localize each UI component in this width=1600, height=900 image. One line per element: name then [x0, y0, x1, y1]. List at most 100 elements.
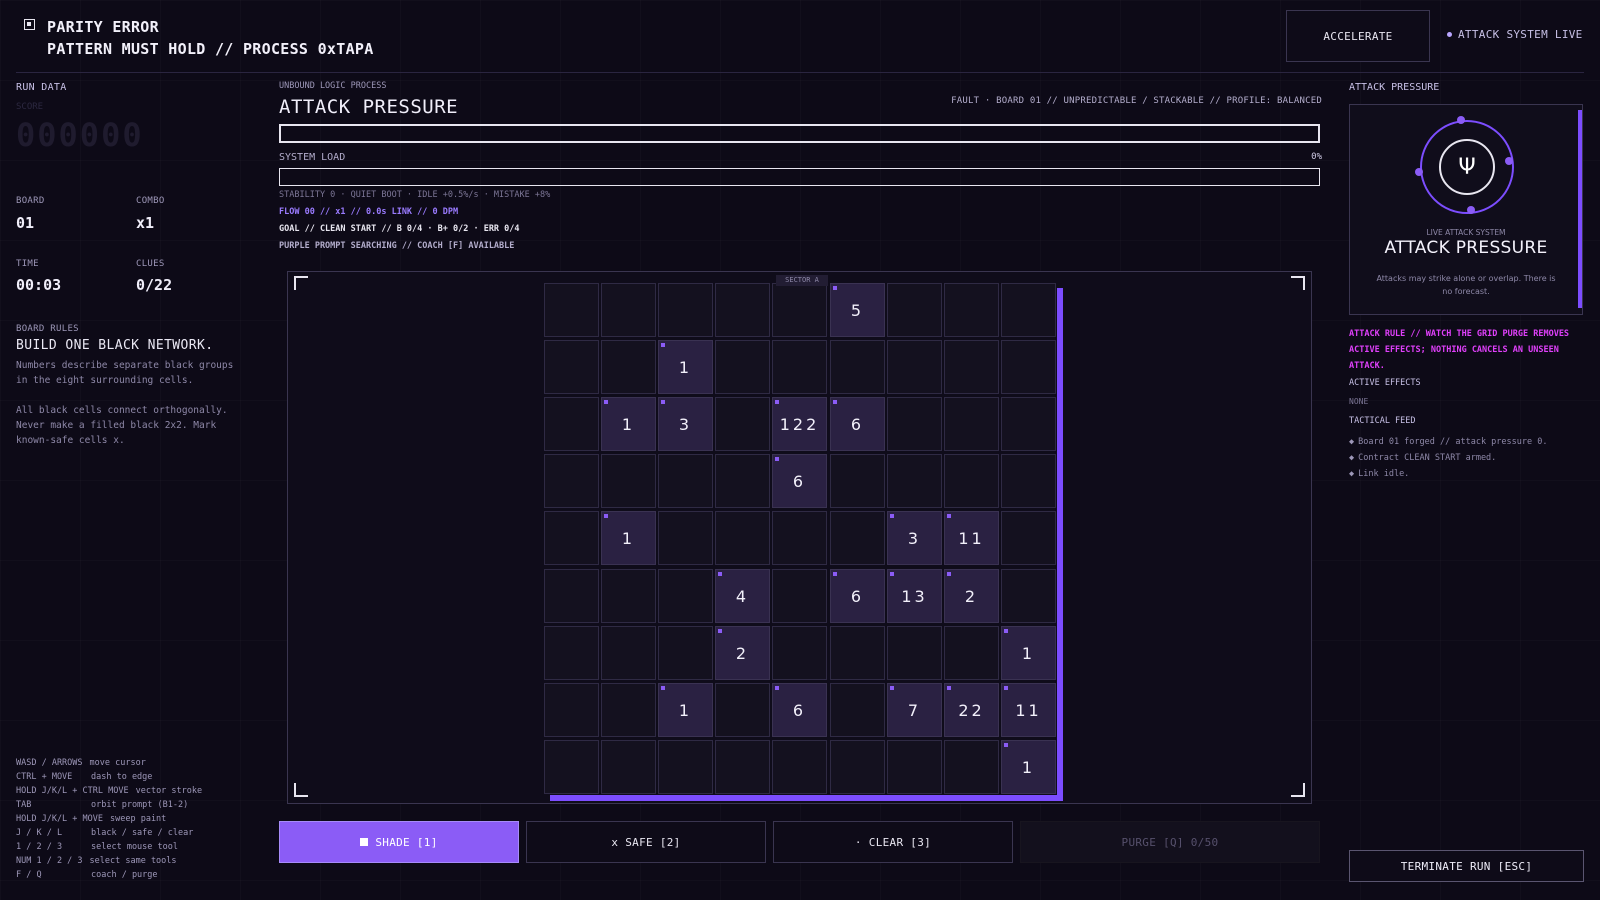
grid-cell[interactable]	[1001, 340, 1056, 394]
grid-cell[interactable]	[772, 626, 827, 680]
key-binding-key: F / Q	[16, 870, 42, 880]
terminate-run-button[interactable]: TERMINATE RUN [ESC]	[1349, 850, 1584, 882]
grid-cell[interactable]	[658, 454, 713, 508]
grid-cell[interactable]	[715, 397, 770, 451]
shade-button[interactable]: SHADE [1]	[279, 821, 519, 863]
grid-cell[interactable]	[1001, 569, 1056, 623]
clue-cell[interactable]: 11	[944, 511, 999, 565]
grid-cell[interactable]	[887, 283, 942, 337]
square-icon	[360, 838, 369, 846]
grid-cell[interactable]	[658, 283, 713, 337]
grid-cell[interactable]	[830, 740, 885, 794]
grid-cell[interactable]	[544, 511, 599, 565]
grid-cell[interactable]	[601, 569, 656, 623]
clue-cell[interactable]: 5	[830, 283, 885, 337]
center-title: ATTACK PRESSURE	[279, 96, 459, 118]
score-label: SCORE	[16, 102, 44, 112]
clue-cell[interactable]: 1	[601, 397, 656, 451]
grid-cell[interactable]	[944, 397, 999, 451]
clue-cell[interactable]: 122	[772, 397, 827, 451]
grid-cell[interactable]	[601, 740, 656, 794]
grid-cell[interactable]	[944, 454, 999, 508]
chip-icon	[24, 19, 35, 30]
grid-cell[interactable]	[658, 626, 713, 680]
grid-cell[interactable]	[658, 569, 713, 623]
grid-cell[interactable]	[658, 511, 713, 565]
key-binding-row: NUM 1 / 2 / 3 select same tools	[16, 854, 202, 868]
grid-cell[interactable]	[887, 454, 942, 508]
grid-cell[interactable]	[544, 740, 599, 794]
grid-cell[interactable]	[715, 283, 770, 337]
grid-cell[interactable]	[887, 740, 942, 794]
safe-button[interactable]: x SAFE [2]	[526, 821, 766, 863]
grid-cell[interactable]	[772, 740, 827, 794]
grid-cell[interactable]	[544, 626, 599, 680]
clue-cell[interactable]: 1	[1001, 740, 1056, 794]
accelerate-button[interactable]: ACCELERATE	[1286, 10, 1430, 62]
combo-label: COMBO	[136, 196, 165, 206]
grid-cell[interactable]	[772, 340, 827, 394]
clue-cell[interactable]: 1	[658, 340, 713, 394]
grid-cell[interactable]	[715, 454, 770, 508]
grid-cell[interactable]	[1001, 511, 1056, 565]
clue-cell[interactable]: 6	[772, 683, 827, 737]
grid-cell[interactable]	[601, 454, 656, 508]
clear-button[interactable]: · CLEAR [3]	[773, 821, 1013, 863]
clue-cell[interactable]: 3	[887, 511, 942, 565]
clue-cell[interactable]: 2	[944, 569, 999, 623]
grid-cell[interactable]	[887, 626, 942, 680]
grid-cell[interactable]	[601, 683, 656, 737]
grid-cell[interactable]	[544, 454, 599, 508]
grid-cell[interactable]	[601, 283, 656, 337]
attack-card-title: ATTACK PRESSURE	[1384, 238, 1548, 258]
combo-value: x1	[136, 214, 155, 232]
grid-cell[interactable]	[830, 683, 885, 737]
clue-cell[interactable]: 6	[830, 397, 885, 451]
grid-cell[interactable]	[544, 397, 599, 451]
grid-cell[interactable]	[601, 626, 656, 680]
grid-cell[interactable]	[830, 511, 885, 565]
grid-cell[interactable]	[601, 340, 656, 394]
clue-cell[interactable]: 4	[715, 569, 770, 623]
grid-cell[interactable]	[887, 397, 942, 451]
grid-cell[interactable]	[1001, 283, 1056, 337]
clue-cell[interactable]: 6	[830, 569, 885, 623]
grid-cell[interactable]	[658, 740, 713, 794]
orbit-dot	[1505, 157, 1513, 165]
grid-cell[interactable]	[944, 340, 999, 394]
grid-cell[interactable]	[830, 626, 885, 680]
puzzle-grid[interactable]: 5 1 1 3 122 6 6 1 3 11 4 6 13 2 2 1 1 6 7 22 11 1	[544, 283, 1058, 797]
grid-cell[interactable]	[1001, 397, 1056, 451]
grid-cell[interactable]	[944, 740, 999, 794]
grid-cell[interactable]	[544, 683, 599, 737]
grid-cell[interactable]	[715, 340, 770, 394]
grid-cell[interactable]	[715, 683, 770, 737]
grid-cell[interactable]	[1001, 454, 1056, 508]
purge-button[interactable]: PURGE [Q] 0/50	[1020, 821, 1320, 863]
clue-cell[interactable]: 7	[887, 683, 942, 737]
clue-cell[interactable]: 1	[601, 511, 656, 565]
grid-cell[interactable]	[944, 626, 999, 680]
clue-cell[interactable]: 1	[658, 683, 713, 737]
grid-cell[interactable]	[772, 283, 827, 337]
board-value: 01	[16, 214, 35, 232]
grid-cell[interactable]	[544, 569, 599, 623]
grid-cell[interactable]	[544, 340, 599, 394]
clue-cell[interactable]: 3	[658, 397, 713, 451]
grid-cell[interactable]	[715, 511, 770, 565]
clue-cell[interactable]: 6	[772, 454, 827, 508]
grid-cell[interactable]	[887, 340, 942, 394]
clue-cell[interactable]: 11	[1001, 683, 1056, 737]
clue-cell[interactable]: 22	[944, 683, 999, 737]
grid-cell[interactable]	[715, 740, 770, 794]
grid-cell[interactable]	[830, 454, 885, 508]
grid-cell[interactable]	[544, 283, 599, 337]
grid-cell[interactable]	[772, 511, 827, 565]
header-divider	[16, 72, 1584, 73]
clue-cell[interactable]: 2	[715, 626, 770, 680]
grid-cell[interactable]	[772, 569, 827, 623]
clue-cell[interactable]: 1	[1001, 626, 1056, 680]
clue-cell[interactable]: 13	[887, 569, 942, 623]
grid-cell[interactable]	[944, 283, 999, 337]
grid-cell[interactable]	[830, 340, 885, 394]
